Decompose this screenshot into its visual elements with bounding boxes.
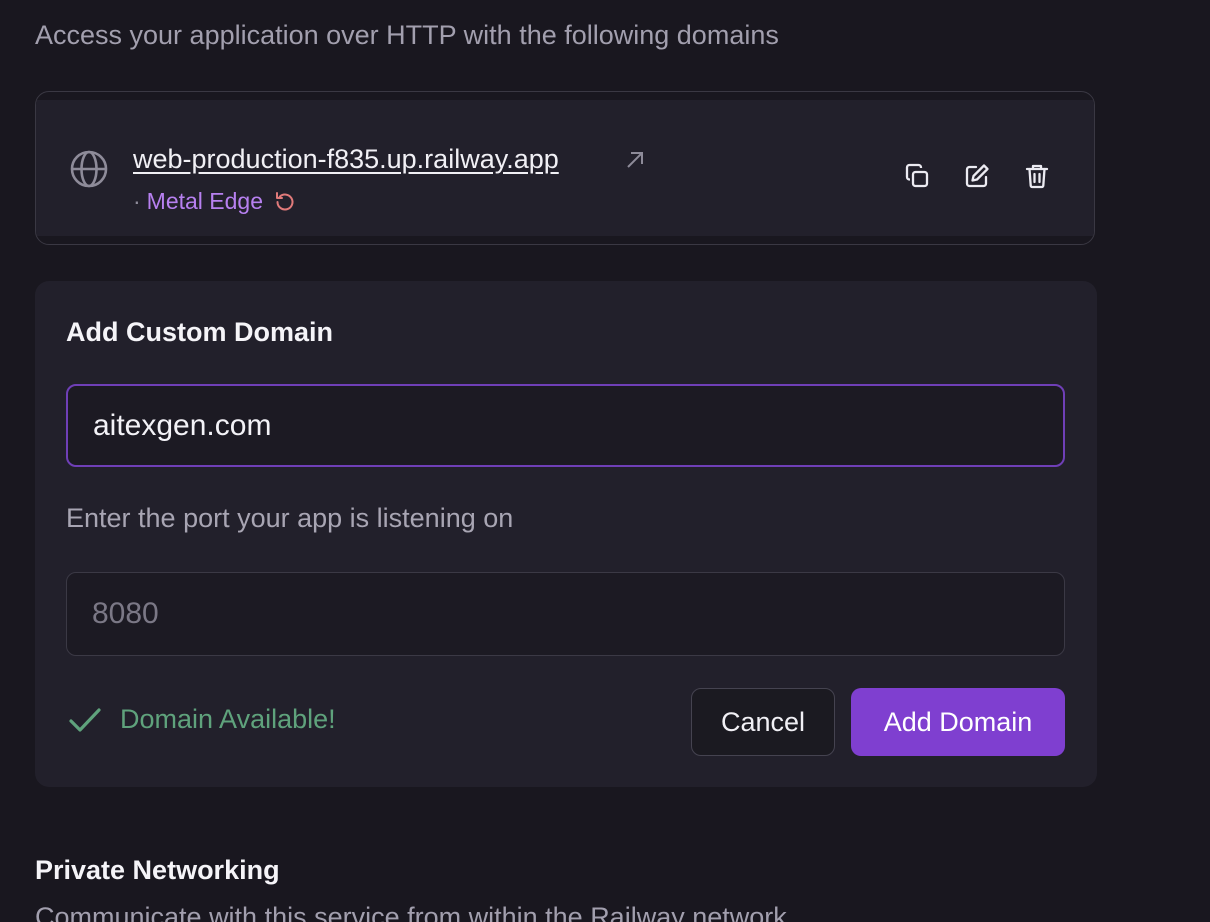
custom-domain-input[interactable]: [66, 384, 1065, 467]
domain-status: Domain Available!: [68, 704, 336, 735]
cancel-button[interactable]: Cancel: [691, 688, 835, 756]
add-custom-domain-panel: Add Custom Domain Enter the port your ap…: [35, 281, 1097, 787]
edge-row: · Metal Edge: [133, 188, 297, 215]
external-link-icon[interactable]: [624, 149, 646, 171]
trash-icon: [1025, 164, 1049, 189]
public-networking-description: Access your application over HTTP with t…: [35, 20, 779, 50]
networking-settings: Access your application over HTTP with t…: [0, 0, 1210, 922]
edit-button[interactable]: [962, 161, 992, 191]
private-networking-title: Private Networking: [35, 855, 280, 885]
refresh-icon[interactable]: [273, 190, 297, 214]
metal-edge-label: Metal Edge: [146, 188, 264, 214]
edit-icon: [965, 164, 989, 188]
check-icon: [69, 707, 101, 732]
port-input[interactable]: [66, 572, 1065, 656]
domain-card-body: web-production-f835.up.railway.app · Met…: [36, 100, 1094, 236]
domain-link[interactable]: web-production-f835.up.railway.app: [133, 144, 559, 175]
edge-separator: ·: [133, 188, 141, 214]
domain-status-text: Domain Available!: [120, 704, 336, 734]
add-domain-button[interactable]: Add Domain: [851, 688, 1065, 756]
domain-card: web-production-f835.up.railway.app · Met…: [35, 91, 1095, 245]
copy-icon: [905, 163, 929, 188]
delete-button[interactable]: [1022, 161, 1052, 191]
port-label: Enter the port your app is listening on: [66, 503, 514, 533]
domain-actions: [902, 161, 1052, 191]
panel-title: Add Custom Domain: [66, 317, 333, 347]
private-networking-description: Communicate with this service from withi…: [35, 902, 787, 922]
globe-icon: [70, 150, 108, 188]
copy-button[interactable]: [902, 161, 932, 191]
